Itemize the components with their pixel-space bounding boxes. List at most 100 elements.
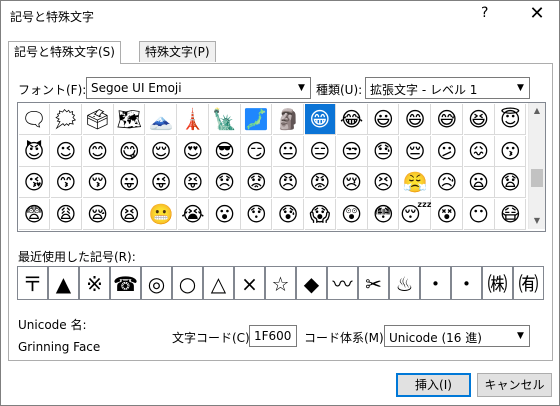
symbol-cell[interactable]: 😕 (431, 135, 463, 167)
title-bar: 記号と特殊文字 ? ✕ (1, 1, 559, 31)
symbol-cell[interactable]: 😋 (114, 135, 146, 167)
symbol-cell[interactable]: 😚 (82, 167, 114, 198)
symbol-cell[interactable]: 😳 (368, 198, 400, 230)
scroll-thumb[interactable] (531, 169, 543, 187)
recent-symbol-cell[interactable]: ▲ (48, 266, 79, 300)
recent-symbol-cell[interactable]: × (234, 266, 265, 300)
symbol-cell[interactable]: 😍 (177, 135, 209, 167)
scroll-up-icon[interactable]: ▲ (529, 103, 545, 119)
symbol-cell[interactable]: 😱 (304, 198, 336, 230)
symbol-cell[interactable]: 😅 (431, 104, 463, 135)
symbol-cell[interactable]: 😈 (19, 135, 50, 167)
char-code-input[interactable]: 1F600 (249, 325, 297, 347)
symbol-cell[interactable]: 😛 (114, 167, 146, 198)
symbol-cell[interactable]: 😙 (50, 167, 82, 198)
symbol-cell[interactable]: 😓 (368, 135, 400, 167)
symbol-cell[interactable]: 😄 (400, 104, 431, 135)
symbol-cell[interactable]: 😲 (336, 198, 368, 230)
recent-symbol-cell[interactable]: ✂ (358, 266, 389, 300)
symbol-cell[interactable]: 😖 (463, 135, 495, 167)
symbol-cell[interactable]: 😬 (146, 198, 177, 230)
symbol-cell[interactable]: 😗 (495, 135, 527, 167)
recent-symbol-cell[interactable]: 〰 (327, 266, 358, 300)
symbol-cell[interactable]: 😢 (336, 167, 368, 198)
font-select[interactable]: Segoe UI Emoji ▼ (86, 77, 311, 99)
symbol-cell[interactable]: 😶 (463, 198, 495, 230)
scroll-down-icon[interactable]: ▼ (529, 213, 545, 229)
recent-symbol-cell[interactable]: ※ (79, 266, 110, 300)
symbol-cell[interactable]: 😐 (273, 135, 304, 167)
recent-symbol-cell[interactable]: ◆ (296, 266, 327, 300)
symbol-cell[interactable]: 😝 (177, 167, 209, 198)
symbol-cell[interactable]: 😩 (50, 198, 82, 230)
cancel-button[interactable]: キャンセル (477, 373, 552, 397)
recent-symbol-cell[interactable]: ☆ (265, 266, 296, 300)
chevron-down-icon[interactable]: ▼ (511, 78, 529, 98)
help-button[interactable]: ? (481, 5, 488, 21)
symbol-cell[interactable]: 😴 (400, 198, 432, 230)
recent-symbol-cell[interactable]: ♨ (389, 266, 420, 300)
symbol-cell[interactable]: 😇 (495, 104, 527, 135)
recent-symbol-cell[interactable]: ㈱ (482, 266, 513, 300)
recent-symbol-cell[interactable]: △ (203, 266, 234, 300)
symbol-cell[interactable]: 😥 (431, 167, 463, 198)
symbol-cell[interactable]: 😨 (19, 198, 50, 230)
recent-symbol-cell[interactable]: ○ (172, 266, 203, 300)
symbol-cell[interactable]: 😔 (400, 135, 431, 167)
symbol-cell[interactable]: 😁 (304, 104, 336, 135)
symbol-cell[interactable]: 😣 (368, 167, 400, 198)
symbol-cell[interactable]: 😒 (336, 135, 368, 167)
symbol-cell[interactable]: 🗺 (114, 104, 146, 135)
symbol-cell[interactable]: 😌 (146, 135, 177, 167)
symbol-cell[interactable]: 😦 (463, 167, 495, 198)
symbol-cell[interactable]: 😵 (431, 198, 463, 230)
symbol-cell[interactable]: 🗳 (82, 104, 114, 135)
symbol-cell[interactable]: 😊 (82, 135, 114, 167)
symbol-cell[interactable]: 😫 (114, 198, 146, 230)
symbol-cell[interactable]: 😡 (304, 167, 336, 198)
symbol-cell[interactable]: 🗻 (146, 104, 177, 135)
symbol-cell[interactable]: 😉 (50, 135, 82, 167)
symbol-cell[interactable]: 😑 (304, 135, 336, 167)
symbol-cell[interactable]: 😞 (209, 167, 241, 198)
symbol-cell[interactable]: 🗼 (177, 104, 209, 135)
symbol-cell[interactable]: 😤 (400, 167, 431, 198)
chevron-down-icon[interactable]: ▼ (292, 78, 310, 98)
symbol-cell[interactable]: 😧 (495, 167, 527, 198)
symbol-cell[interactable]: 😏 (241, 135, 273, 167)
grid-scrollbar[interactable]: ▲ ▼ (528, 103, 545, 229)
recent-symbol-cell[interactable]: ◎ (141, 266, 172, 300)
symbol-cell[interactable]: 😆 (463, 104, 495, 135)
chevron-down-icon[interactable]: ▼ (511, 326, 529, 346)
recent-symbol-cell[interactable]: ・ (451, 266, 482, 300)
symbol-cell[interactable]: 😎 (209, 135, 241, 167)
symbol-cell[interactable]: 🗨 (19, 104, 50, 135)
code-system-select[interactable]: Unicode (16 進) ▼ (384, 325, 530, 347)
symbol-cell[interactable]: 😭 (177, 198, 209, 230)
symbol-cell[interactable]: 😪 (82, 198, 114, 230)
recent-symbol-cell[interactable]: ㈲ (513, 266, 544, 300)
symbol-cell[interactable]: 😠 (273, 167, 304, 198)
symbol-cell[interactable]: 😘 (19, 167, 50, 198)
symbol-cell[interactable]: 😂 (336, 104, 368, 135)
symbol-cell[interactable]: 🗿 (273, 104, 304, 135)
recent-symbol-cell[interactable]: ・ (420, 266, 451, 300)
symbol-cell[interactable]: 🗯 (50, 104, 82, 135)
tab-symbols[interactable]: 記号と特殊文字(S) (8, 41, 121, 64)
symbol-cell[interactable]: 😰 (273, 198, 304, 230)
insert-button[interactable]: 挿入(I) (396, 373, 471, 397)
recent-symbol-cell[interactable]: ☎ (110, 266, 141, 300)
symbol-cell[interactable]: 😮 (209, 198, 241, 230)
symbol-cell[interactable]: 🗽 (209, 104, 241, 135)
symbol-cell[interactable]: 😜 (146, 167, 177, 198)
symbol-cell[interactable]: 😟 (241, 167, 273, 198)
tab-special-characters[interactable]: 特殊文字(P) (139, 41, 216, 62)
dialog-title: 記号と特殊文字 (10, 10, 95, 24)
recent-symbol-cell[interactable]: 〒 (17, 266, 48, 300)
close-button[interactable]: ✕ (525, 3, 549, 24)
symbol-cell[interactable]: 😯 (241, 198, 273, 230)
subset-select[interactable]: 拡張文字 - レベル 1 ▼ (365, 77, 530, 99)
symbol-cell[interactable]: 😷 (495, 198, 527, 230)
symbol-cell[interactable]: 🗾 (241, 104, 273, 135)
symbol-cell[interactable]: 😃 (368, 104, 400, 135)
